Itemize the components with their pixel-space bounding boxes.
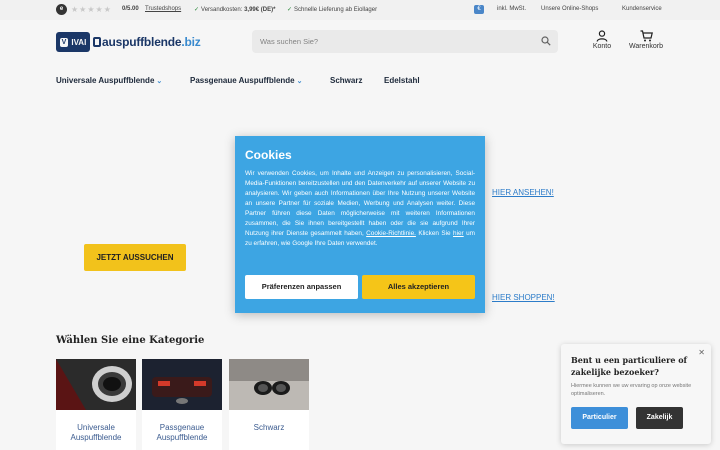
category-card[interactable]: Universale Auspuffblende (56, 359, 136, 450)
online-shops-menu[interactable]: Unsere Online-Shops (541, 6, 598, 12)
rating-score: 0/5.00 (122, 6, 139, 12)
customer-service-link[interactable]: Kundenservice (622, 6, 662, 12)
check-icon: ✓ (287, 7, 293, 13)
vat-note: inkl. MwSt. (497, 6, 527, 12)
category-card[interactable]: Passgenaue Auspuffblende (142, 359, 222, 450)
category-image-universal (56, 359, 136, 410)
cookie-title: Cookies (245, 148, 292, 162)
adjust-preferences-button[interactable]: Präferenzen anpassen (245, 275, 358, 299)
cookie-text: Wir verwenden Cookies, um Inhalte und An… (245, 170, 475, 248)
google-info-link[interactable]: hier (453, 230, 464, 237)
category-card[interactable]: Schwarz (229, 359, 309, 450)
category-image-fitted (142, 359, 222, 410)
trustedshops-link[interactable]: Trustedshops (145, 6, 181, 12)
country-flag-icon[interactable]: € (474, 5, 484, 14)
visitor-type-question: Bent u een particuliere of zakelijke bez… (571, 355, 687, 377)
cookie-policy-link[interactable]: Cookie-Richtlinie. (366, 230, 416, 237)
trustedshops-badge-icon[interactable]: e (56, 4, 67, 15)
cookie-consent-dialog: Cookies Wir verwenden Cookies, um Inhalt… (235, 136, 485, 313)
category-label: Schwarz (253, 423, 285, 432)
category-image-black (229, 359, 309, 410)
check-icon: ✓ (194, 7, 200, 13)
close-icon[interactable]: ✕ (698, 348, 705, 357)
category-section-title: Wählen Sie eine Kategorie (56, 335, 205, 346)
private-visitor-button[interactable]: Particulier (571, 407, 628, 429)
visitor-type-popup: ✕ Bent u een particuliere of zakelijke b… (561, 344, 711, 444)
usp-shipping: ✓ Versandkosten: 3,99€ (DE)* (194, 7, 276, 13)
hero-link-view[interactable]: HIER ANSEHEN! (492, 188, 554, 197)
top-info-bar: e ★★★★★ 0/5.00 Trustedshops ✓ Versandkost… (0, 0, 720, 20)
accept-all-button[interactable]: Alles akzeptieren (362, 275, 475, 299)
business-visitor-button[interactable]: Zakelijk (636, 407, 683, 429)
usp-delivery: ✓ Schnelle Lieferung ab Eiollager (287, 7, 378, 13)
hero-link-shop[interactable]: HIER SHOPPEN! (492, 293, 555, 302)
choose-now-button[interactable]: JETZT AUSSUCHEN (84, 244, 186, 271)
category-label: Passgenaue Auspuffblende (156, 423, 208, 442)
rating-stars: ★★★★★ (71, 5, 112, 14)
visitor-type-subtext: Hiermee kunnen we uw ervaring op onze we… (571, 383, 692, 397)
category-label: Universale Auspuffblende (70, 423, 122, 442)
